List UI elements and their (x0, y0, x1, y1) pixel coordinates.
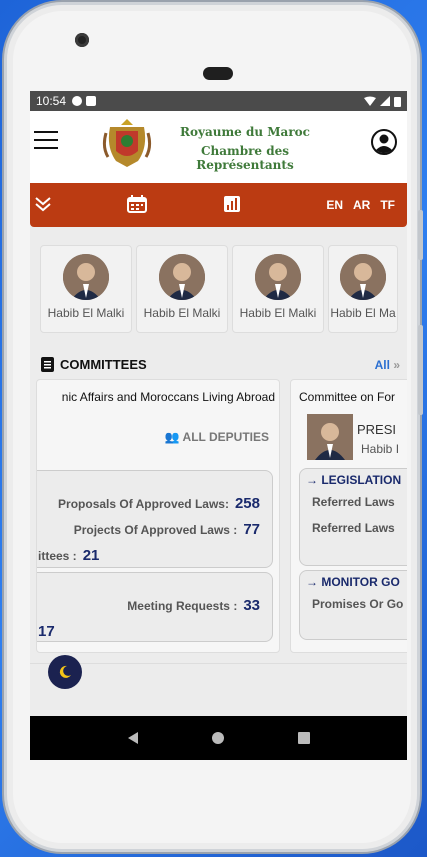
proposals-value: 258 (234, 495, 260, 512)
committees-label: ittees : (38, 549, 77, 563)
committees-header: COMMITTEES All » (40, 355, 400, 375)
committee-card[interactable]: nic Affairs and Moroccans Living Abroad … (36, 379, 280, 653)
legislation-box: → LEGISLATION Referred Laws Referred Law… (299, 468, 407, 566)
app-screen: 10:54 Royaume du Maroc Chambre des Repré… (30, 91, 407, 760)
committee-title: nic Affairs and Moroccans Living Abroad (61, 390, 275, 404)
double-chevron-down-icon[interactable] (34, 195, 52, 213)
android-nav-bar (30, 716, 407, 760)
deputy-avatar (159, 254, 205, 300)
statistics-icon[interactable] (223, 195, 241, 213)
monitor-box: → MONITOR GO Promises Or Go (299, 570, 407, 640)
projects-value: 77 (243, 521, 260, 538)
menu-icon[interactable] (34, 131, 58, 149)
deputies-carousel[interactable]: Habib El Malki Habib El Malki Habib El M… (40, 245, 398, 333)
committees-value: 21 (82, 547, 100, 564)
committee-card[interactable]: Committee on For PRESI Habib I → LEGISLA… (290, 379, 407, 653)
projects-label: Projects Of Approved Laws : (73, 523, 238, 537)
meeting-value: 33 (243, 597, 260, 614)
status-bar: 10:54 (30, 91, 407, 111)
all-deputies-button[interactable]: 👥 ALL DEPUTIES (165, 430, 269, 444)
legislation-head-label: LEGISLATION (321, 473, 402, 487)
battery-icon (394, 96, 401, 107)
calendar-icon[interactable] (127, 195, 147, 213)
proposals-row: Proposals Of Approved Laws: 258 (58, 495, 260, 512)
all-committees-link[interactable]: All » (375, 358, 400, 372)
toolbar: EN AR TF (30, 183, 407, 227)
back-icon[interactable] (126, 731, 140, 745)
volume-button (418, 210, 423, 260)
deputy-avatar (63, 254, 109, 300)
deputy-card[interactable]: Habib El Ma (328, 245, 398, 333)
president-label: PRESI (357, 422, 397, 437)
divider (30, 663, 407, 664)
projects-row: Projects Of Approved Laws : 77 (74, 521, 260, 538)
document-icon (41, 357, 54, 372)
arrow-right-icon: → (306, 575, 318, 589)
lang-en[interactable]: EN (326, 198, 343, 212)
status-time: 10:54 (36, 94, 67, 108)
front-camera (75, 33, 89, 47)
recents-icon[interactable] (297, 731, 311, 745)
moroccan-coat-of-arms-logo (102, 119, 152, 167)
dark-mode-toggle[interactable] (48, 655, 82, 689)
double-chevron-right-icon: » (393, 358, 400, 372)
app-title: Royaume du Maroc Chambre des Représentan… (160, 125, 330, 172)
sd-card-icon (86, 96, 97, 106)
meeting-requests-row: Meeting Requests : 33 (127, 597, 260, 614)
cut-value: 17 (38, 623, 55, 640)
committees-title: COMMITTEES (60, 357, 147, 372)
promises-row: Promises Or Go (312, 597, 404, 611)
committee-title: Committee on For (299, 390, 396, 404)
referred-laws-row: Referred Laws (312, 521, 395, 535)
all-link-label: All (374, 358, 390, 372)
legislation-stats-box: Proposals Of Approved Laws: 258 Projects … (37, 470, 273, 568)
wifi-icon (364, 96, 376, 106)
deputy-card[interactable]: Habib El Malki (136, 245, 228, 333)
deputy-card[interactable]: Habib El Malki (232, 245, 324, 333)
moon-icon (59, 665, 71, 678)
committees-row: ittees : 21 (38, 547, 99, 564)
language-switcher: EN AR TF (326, 198, 395, 212)
proposals-label: Proposals Of Approved Laws: (58, 497, 229, 511)
phone-frame: 10:54 Royaume du Maroc Chambre des Repré… (4, 2, 423, 852)
lang-ar[interactable]: AR (353, 198, 370, 212)
deputy-name: Habib El Malki (47, 306, 125, 320)
title-line-2: Chambre des Représentants (196, 144, 294, 172)
app-header: Royaume du Maroc Chambre des Représentan… (30, 111, 407, 183)
account-icon[interactable] (371, 129, 397, 155)
group-icon: 👥 (164, 430, 180, 444)
deputy-card[interactable]: Habib El Malki (40, 245, 132, 333)
all-deputies-label: ALL DEPUTIES (182, 430, 269, 444)
signal-icon (380, 96, 390, 106)
deputy-avatar (255, 254, 301, 300)
arrow-right-icon: → (306, 473, 318, 487)
deputy-avatar (340, 254, 386, 300)
deputy-name: Habib El Malki (143, 306, 221, 320)
earpiece-speaker (203, 67, 233, 80)
notification-icon (72, 96, 83, 106)
lang-tf[interactable]: TF (380, 198, 395, 212)
referred-laws-row: Referred Laws (312, 495, 395, 509)
cut-row: 17 (38, 623, 55, 640)
home-icon[interactable] (211, 731, 225, 745)
title-line-1: Royaume du Maroc (180, 125, 310, 139)
monitor-head-label: MONITOR GO (321, 575, 400, 589)
monitoring-stats-box: Meeting Requests : 33 17 (37, 572, 273, 642)
legislation-header: → LEGISLATION (306, 473, 401, 487)
deputy-name: Habib El Ma (330, 306, 396, 320)
monitor-header: → MONITOR GO (306, 575, 400, 589)
president-avatar (307, 414, 353, 460)
power-button (418, 325, 423, 415)
deputy-name: Habib El Malki (239, 306, 317, 320)
meeting-label: Meeting Requests : (127, 599, 238, 613)
president-name: Habib I (361, 442, 400, 456)
